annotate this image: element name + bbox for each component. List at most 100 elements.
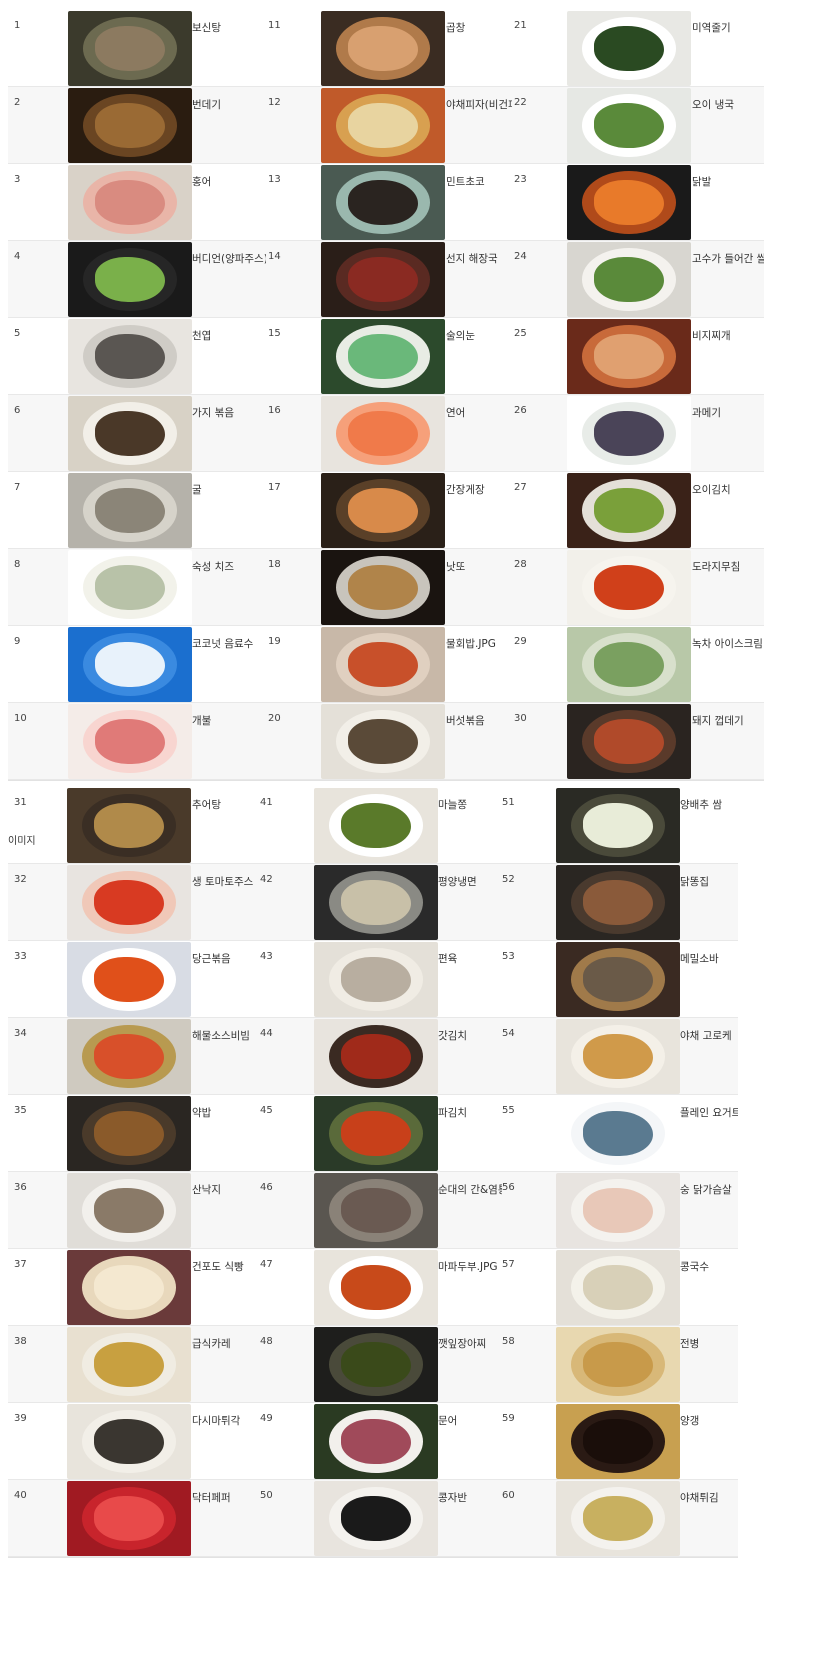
food-photo[interactable] [321,242,445,317]
food-name: 고수가 들어간 쌀국수 [692,253,764,265]
food-shape [341,1034,411,1079]
row-number: 5 [14,328,21,339]
food-photo[interactable] [67,1019,191,1094]
food-photo[interactable] [314,865,438,940]
food-photo[interactable] [567,627,691,702]
food-photo[interactable] [67,1096,191,1171]
stray-caption: 이미지 [8,836,36,847]
food-photo[interactable] [321,627,445,702]
food-photo[interactable] [68,88,192,163]
food-name: 깻잎장아찌 [438,1338,487,1350]
table-row: 1 보신탕 [8,10,266,87]
food-photo[interactable] [321,396,445,471]
row-number: 8 [14,559,21,570]
food-photo[interactable] [67,1404,191,1479]
food-photo[interactable] [68,165,192,240]
food-photo[interactable] [567,550,691,625]
table-row: 28 도라지무침 [512,549,764,626]
table-row: 44 갓김치 [258,1018,502,1095]
food-shape [594,411,664,456]
table-column: 1 보신탕 2 번데기 3 홍어 4 버디언(양파주스) 5 천엽 6 가지 볶음 7 굴 8 숙성 치즈 9 코… [8,10,266,780]
food-photo[interactable] [314,1481,438,1556]
table-row: 27 오이김치 [512,472,764,549]
food-photo[interactable] [321,165,445,240]
food-photo[interactable] [68,319,192,394]
food-photo[interactable] [567,242,691,317]
food-photo[interactable] [314,942,438,1017]
food-photo[interactable] [556,1327,680,1402]
row-number: 13 [268,174,281,185]
food-photo[interactable] [67,1327,191,1402]
table-row: 45 파김치 [258,1095,502,1172]
row-number: 1 [14,20,21,31]
food-photo[interactable] [314,1250,438,1325]
food-photo[interactable] [567,319,691,394]
row-number: 31 [14,797,27,808]
food-photo[interactable] [68,627,192,702]
table-row: 25 비지찌개 [512,318,764,395]
food-photo[interactable] [556,1250,680,1325]
food-photo[interactable] [68,550,192,625]
food-name: 콩자반 [438,1492,467,1504]
food-photo[interactable] [67,865,191,940]
food-photo[interactable] [67,1250,191,1325]
food-photo[interactable] [67,1173,191,1248]
row-number: 18 [268,559,281,570]
food-photo[interactable] [67,942,191,1017]
food-shape [594,180,664,225]
food-photo[interactable] [567,88,691,163]
food-photo[interactable] [321,88,445,163]
food-photo[interactable] [556,788,680,863]
food-photo[interactable] [556,942,680,1017]
food-photo[interactable] [68,396,192,471]
food-photo[interactable] [321,704,445,779]
food-photo[interactable] [556,865,680,940]
food-name: 돼지 껍데기 [692,715,744,727]
food-photo[interactable] [68,704,192,779]
food-photo[interactable] [67,788,191,863]
food-photo[interactable] [556,1404,680,1479]
food-name: 양갱 [680,1415,700,1427]
food-photo[interactable] [567,11,691,86]
food-photo[interactable] [556,1481,680,1556]
food-shape [95,411,165,456]
food-photo[interactable] [314,788,438,863]
food-shape [348,180,418,225]
food-photo[interactable] [321,319,445,394]
food-photo[interactable] [567,396,691,471]
food-photo[interactable] [321,473,445,548]
food-photo[interactable] [314,1404,438,1479]
food-photo[interactable] [68,11,192,86]
food-photo[interactable] [321,11,445,86]
food-photo[interactable] [314,1327,438,1402]
food-shape [583,1342,653,1387]
table-row: 58 전병 [502,1326,738,1403]
food-photo[interactable] [556,1173,680,1248]
food-photo[interactable] [67,1481,191,1556]
food-shape [583,957,653,1002]
food-name: 생 토마토주스 [192,876,254,888]
food-photo[interactable] [314,1019,438,1094]
food-photo[interactable] [68,473,192,548]
food-name: 보신탕 [192,22,221,34]
food-photo[interactable] [321,550,445,625]
food-name: 문어 [438,1415,458,1427]
food-shape [341,803,411,848]
food-photo[interactable] [556,1019,680,1094]
food-photo[interactable] [314,1173,438,1248]
table-row: 11 곱창 [266,10,512,87]
food-shape [348,488,418,533]
table-row: 53 메밀소바 [502,941,738,1018]
food-name: 코코넛 음료수 [192,638,254,650]
food-name: 야채튀김 [680,1492,719,1504]
food-photo[interactable] [314,1096,438,1171]
block-divider [8,780,764,781]
food-photo[interactable] [567,473,691,548]
table-row: 43 편육 [258,941,502,1018]
food-photo[interactable] [556,1096,680,1171]
food-photo[interactable] [567,165,691,240]
food-photo[interactable] [567,704,691,779]
table-row: 10 개불 [8,703,266,780]
table-row: 24 고수가 들어간 쌀국수 [512,241,764,318]
food-photo[interactable] [68,242,192,317]
